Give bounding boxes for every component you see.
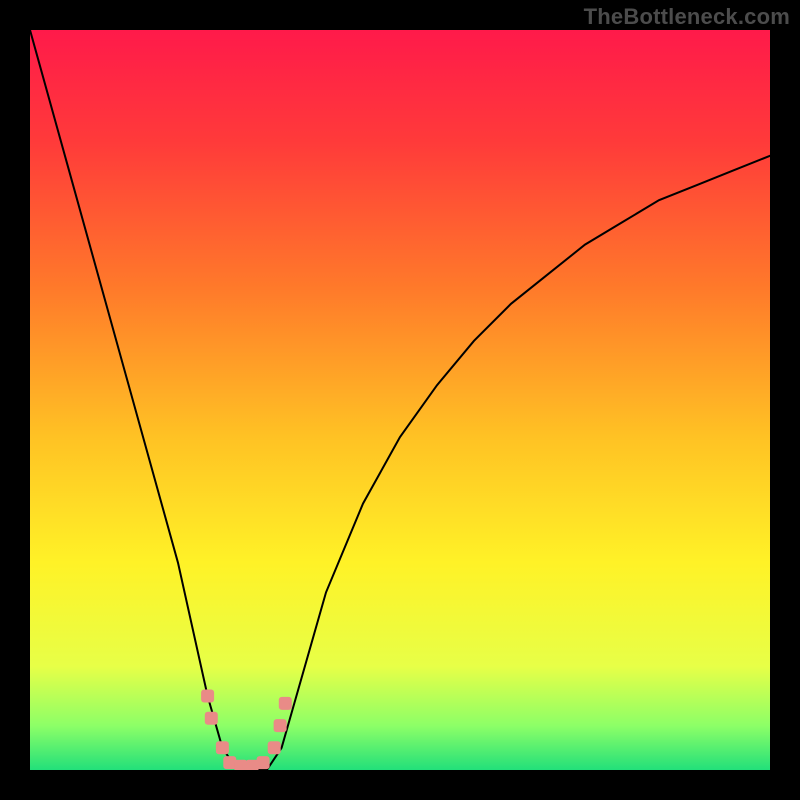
curve-marker — [205, 712, 218, 725]
curve-marker — [268, 741, 281, 754]
chart-background — [30, 30, 770, 770]
bottleneck-chart — [30, 30, 770, 770]
curve-marker — [216, 741, 229, 754]
watermark-text: TheBottleneck.com — [584, 4, 790, 30]
curve-marker — [201, 690, 214, 703]
curve-marker — [223, 756, 236, 769]
curve-marker — [246, 760, 259, 770]
curve-marker — [274, 719, 287, 732]
curve-marker — [234, 760, 247, 770]
chart-frame: TheBottleneck.com — [0, 0, 800, 800]
curve-marker — [257, 756, 270, 769]
curve-marker — [279, 697, 292, 710]
chart-svg — [30, 30, 770, 770]
